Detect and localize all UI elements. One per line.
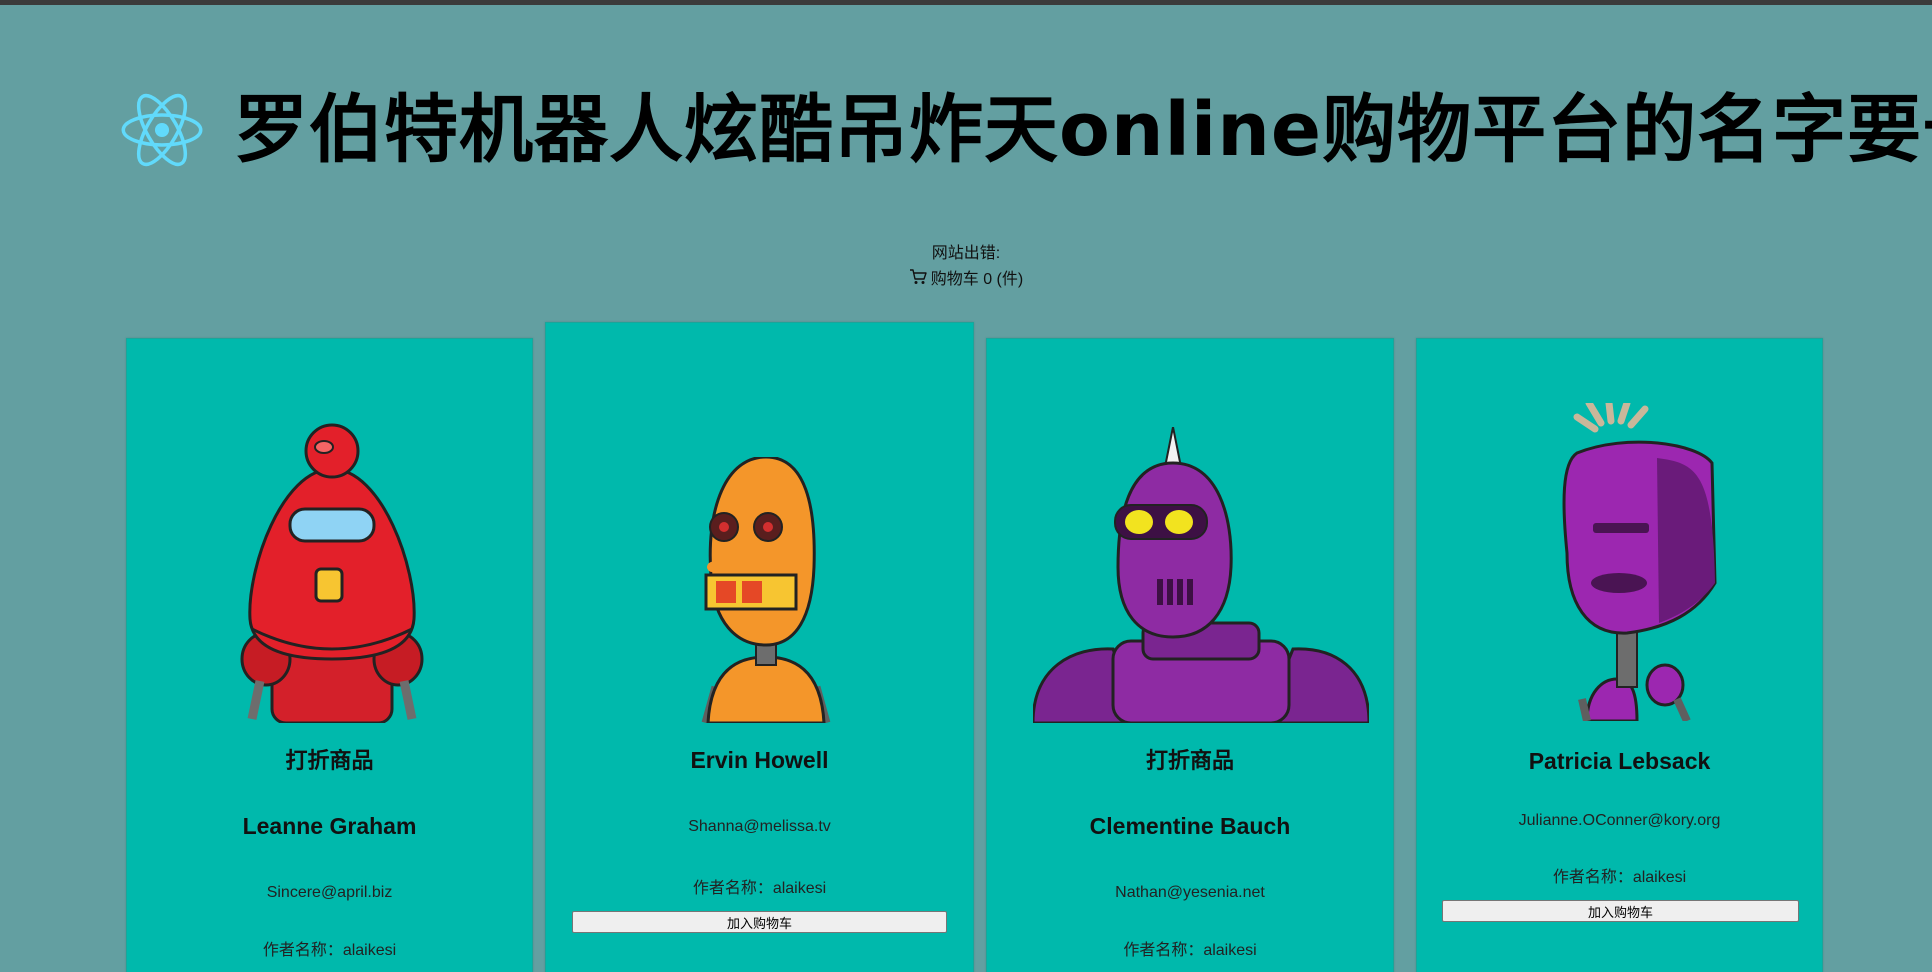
page-title: 罗伯特机器人炫酷吊炸天online购物平台的名字要长 <box>234 87 1932 173</box>
robot-name: Leanne Graham <box>242 813 417 839</box>
window-top-border <box>0 0 1932 5</box>
discount-badge: 打折商品 <box>1145 748 1234 773</box>
orange-robot-image <box>701 457 831 723</box>
add-to-cart-button[interactable]: 加入购物车 <box>572 911 947 933</box>
shopping-cart-icon <box>909 269 927 284</box>
author-name: 作者名称：alaikesi <box>1123 942 1257 959</box>
robot-card[interactable]: 打折商品 Leanne Graham Sincere@april.biz 作者名… <box>126 338 533 972</box>
purple-robot-image <box>1033 427 1369 723</box>
red-robot-image <box>240 423 424 723</box>
cart-label: 购物车 0 (件) <box>930 271 1024 288</box>
robot-name: Patricia Lebsack <box>1528 748 1711 774</box>
robot-name: Ervin Howell <box>690 747 829 773</box>
author-name: 作者名称：alaikesi <box>262 942 397 959</box>
shopping-cart-summary[interactable]: 购物车 0 (件) <box>0 265 1932 289</box>
robot-email: Nathan@yesenia.net <box>1115 884 1265 901</box>
robot-email: Sincere@april.biz <box>266 884 393 901</box>
magenta-robot-image <box>1562 403 1717 721</box>
page-header: 罗伯特机器人炫酷吊炸天online购物平台的名字要长 <box>118 82 1932 178</box>
robot-name: Clementine Bauch <box>1089 813 1291 839</box>
robot-card[interactable]: 打折商品 Clementine Bauch Nathan@yesenia.net… <box>986 338 1394 972</box>
robot-card[interactable]: Patricia Lebsack Julianne.OConner@kory.o… <box>1416 338 1823 972</box>
discount-badge: 打折商品 <box>285 748 374 773</box>
author-name: 作者名称：alaikesi <box>1552 869 1687 886</box>
robot-card[interactable]: Ervin Howell Shanna@melissa.tv 作者名称：alai… <box>545 322 974 972</box>
react-atom-icon <box>121 93 203 167</box>
add-to-cart-button[interactable]: 加入购物车 <box>1442 900 1799 922</box>
error-status: 网站出错: <box>931 245 1001 262</box>
robot-email: Julianne.OConner@kory.org <box>1518 812 1721 829</box>
robot-email: Shanna@melissa.tv <box>688 818 831 835</box>
author-name: 作者名称：alaikesi <box>692 880 827 897</box>
